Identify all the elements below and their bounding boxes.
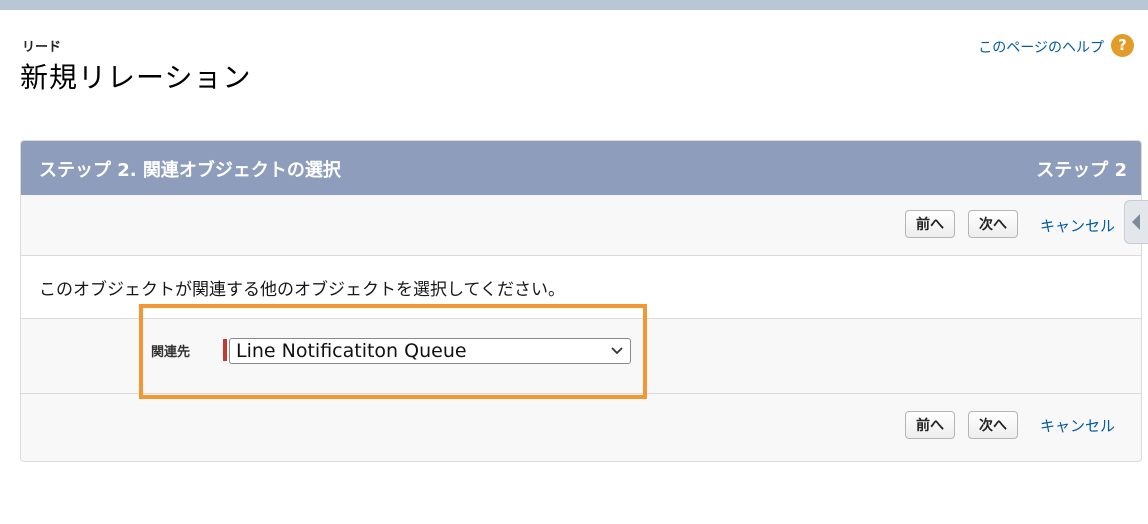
sidebar-toggle[interactable] (1124, 200, 1148, 244)
cancel-link-bottom[interactable]: キャンセル (1040, 415, 1115, 436)
next-button-top[interactable]: 次へ (968, 210, 1018, 238)
relation-panel: ステップ 2. 関連オブジェクトの選択 ステップ 2 前へ 次へ キャンセル こ… (20, 140, 1142, 462)
breadcrumb: リード (22, 40, 62, 55)
highlight-annotation (139, 304, 647, 399)
help-icon[interactable]: ? (1111, 34, 1134, 57)
prev-button-bottom[interactable]: 前へ (905, 411, 955, 439)
cancel-link-top[interactable]: キャンセル (1040, 215, 1115, 236)
page-title: 新規リレーション (20, 61, 252, 94)
panel-header: ステップ 2. 関連オブジェクトの選択 ステップ 2 (21, 141, 1141, 195)
panel-step-indicator: ステップ 2 (1036, 160, 1127, 181)
prev-button-top[interactable]: 前へ (905, 210, 955, 238)
top-strip (0, 0, 1148, 10)
instruction-text: このオブジェクトが関連する他のオブジェクトを選択してください。 (39, 280, 565, 300)
chevron-left-icon (1132, 214, 1140, 230)
help-link[interactable]: このページのヘルプ (978, 37, 1104, 57)
next-button-bottom[interactable]: 次へ (968, 411, 1018, 439)
panel-title: ステップ 2. 関連オブジェクトの選択 (39, 160, 341, 181)
